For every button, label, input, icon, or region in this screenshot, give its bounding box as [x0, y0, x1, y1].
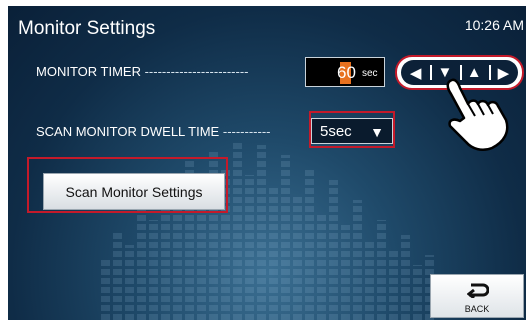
- monitor-timer-label: MONITOR TIMER: [36, 64, 141, 79]
- dwell-time-dropdown[interactable]: 5sec ▼: [311, 118, 393, 144]
- monitor-timer-value-box: 60 sec: [305, 57, 385, 87]
- back-button[interactable]: BACK: [430, 274, 524, 318]
- back-arrow-icon: [467, 283, 489, 298]
- scan-monitor-settings-button[interactable]: Scan Monitor Settings: [43, 173, 225, 210]
- left-arrow-icon: ◀: [409, 64, 422, 82]
- page-title: Monitor Settings: [18, 18, 156, 39]
- monitor-timer-value: 60: [337, 63, 356, 82]
- back-label: BACK: [464, 304, 490, 314]
- pointing-hand-icon: [446, 78, 509, 151]
- monitor-timer-unit: sec: [362, 68, 378, 79]
- dropdown-caret-icon: ▼: [370, 124, 384, 140]
- monitor-settings-screen: Monitor Settings 10:26 AM MONITOR TIMER …: [8, 6, 526, 320]
- dwell-time-value: 5sec: [320, 122, 352, 140]
- left-arrow-button[interactable]: ◀: [401, 60, 430, 85]
- clock: 10:26 AM: [464, 17, 524, 33]
- dwell-time-row: SCAN MONITOR DWELL TIME -----------: [36, 124, 270, 139]
- monitor-timer-row: MONITOR TIMER ------------------------: [36, 64, 249, 79]
- dash-leader: -----------: [222, 124, 271, 139]
- dwell-time-label: SCAN MONITOR DWELL TIME: [36, 124, 220, 139]
- dash-leader: ------------------------: [144, 64, 249, 79]
